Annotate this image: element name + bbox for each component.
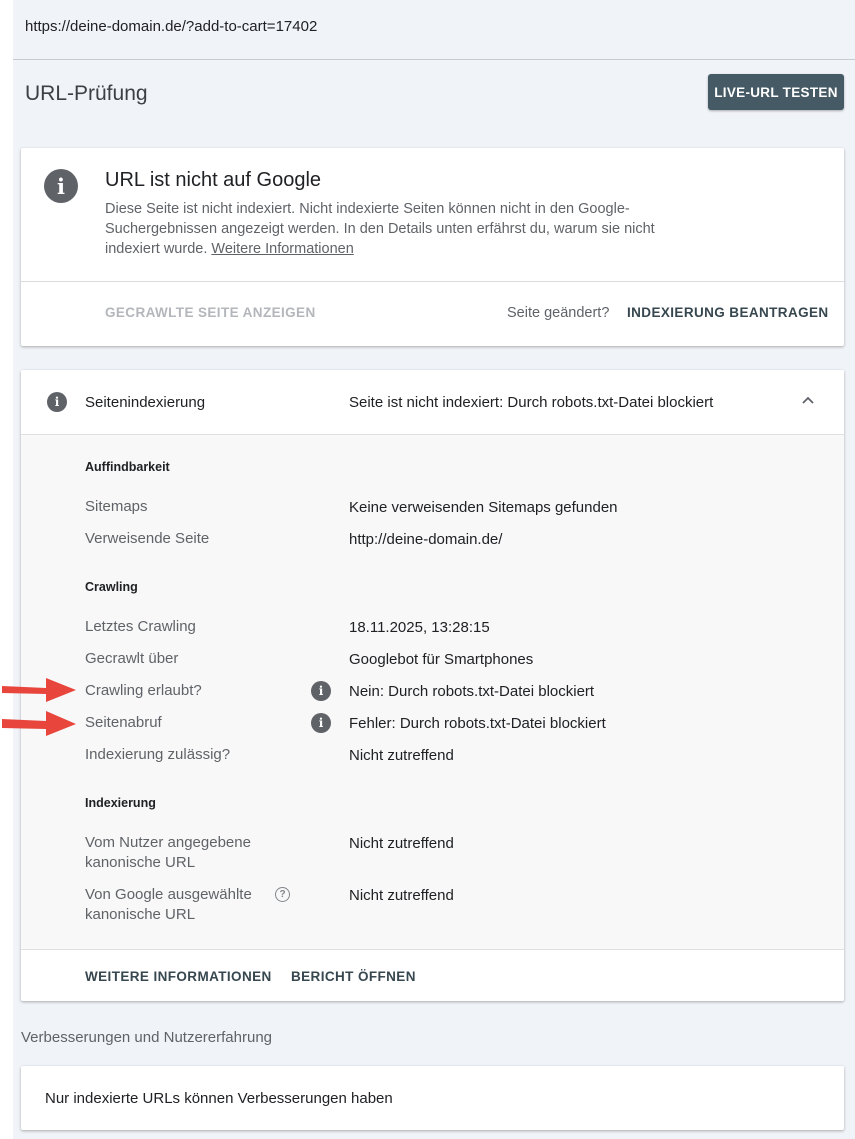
detail-label-line: kanonische URL [85, 854, 196, 871]
page-changed-text: Seite geändert? [507, 305, 610, 321]
detail-label: Seitenabruf [85, 714, 162, 731]
detail-label: Letztes Crawling [85, 618, 196, 635]
open-report-button[interactable]: BERICHT ÖFFNEN [291, 969, 416, 984]
detail-label: Crawling erlaubt? [85, 682, 202, 699]
arrow-right-icon [2, 678, 76, 702]
page-indexing-card: i Seitenindexierung Seite ist nicht inde… [21, 370, 844, 1001]
more-info-link[interactable]: Weitere Informationen [211, 241, 353, 257]
arrow-right-icon [2, 711, 76, 736]
info-icon[interactable]: i [311, 713, 331, 733]
status-description: Diese Seite ist nicht indexiert. Nicht i… [105, 199, 695, 259]
detail-label-line: Vom Nutzer angegebene [85, 834, 251, 851]
detail-value: Nicht zutreffend [349, 747, 454, 764]
detail-value: 18.11.2025, 13:28:15 [349, 619, 490, 636]
detail-value: Keine verweisenden Sitemaps gefunden [349, 499, 618, 516]
detail-label: Gecrawlt über [85, 650, 179, 667]
section-heading-indexing: Indexierung [85, 796, 156, 810]
enhancements-title: Verbesserungen und Nutzererfahrung [21, 1029, 273, 1046]
page-indexing-title: Seitenindexierung [85, 394, 206, 411]
url-bar[interactable]: https://deine-domain.de/?add-to-cart=174… [13, 0, 855, 60]
detail-label-line: Von Google ausgewählte [85, 886, 252, 903]
info-icon[interactable]: i [311, 681, 331, 701]
detail-label: Verweisende Seite [85, 530, 210, 547]
request-indexing-button[interactable]: INDEXIERUNG BEANTRAGEN [627, 305, 829, 320]
detail-value: Nicht zutreffend [349, 835, 454, 852]
section-heading-crawling: Crawling [85, 580, 138, 594]
url-status-card: i URL ist nicht auf Google Diese Seite i… [21, 148, 844, 346]
detail-value[interactable]: http://deine-domain.de/ [349, 531, 502, 548]
section-heading-discovery: Auffindbarkeit [85, 460, 170, 474]
page-title: URL-Prüfung [25, 82, 148, 105]
page-indexing-footer: WEITERE INFORMATIONEN BERICHT ÖFFNEN [21, 949, 844, 1001]
page-indexing-header[interactable]: i Seitenindexierung Seite ist nicht inde… [21, 370, 844, 435]
chevron-up-icon[interactable] [800, 392, 816, 408]
more-info-button[interactable]: WEITERE INFORMATIONEN [85, 969, 272, 984]
enhancements-message: Nur indexierte URLs können Verbesserunge… [45, 1090, 393, 1107]
detail-value: Googlebot für Smartphones [349, 651, 534, 668]
detail-value: Fehler: Durch robots.txt-Datei blockiert [349, 715, 606, 732]
detail-label: Vom Nutzer angegebene kanonische URL [85, 833, 251, 873]
detail-label-line: kanonische URL [85, 906, 196, 923]
status-description-text: Diese Seite ist nicht indexiert. Nicht i… [105, 201, 655, 257]
detail-label: Von Google ausgewählte kanonische URL [85, 885, 252, 925]
detail-value: Nein: Durch robots.txt-Datei blockiert [349, 683, 595, 700]
view-crawled-page-button[interactable]: GECRAWLTE SEITE ANZEIGEN [105, 305, 316, 320]
detail-value: Nicht zutreffend [349, 887, 454, 904]
inspected-url: https://deine-domain.de/?add-to-cart=174… [25, 18, 318, 35]
divider [21, 281, 844, 282]
detail-label: Sitemaps [85, 498, 148, 515]
page-indexing-details: Auffindbarkeit Sitemaps Keine verweisend… [21, 435, 844, 949]
page-indexing-status: Seite ist nicht indexiert: Durch robots.… [349, 394, 714, 411]
left-edge [0, 0, 13, 1139]
detail-label: Indexierung zulässig? [85, 746, 231, 763]
help-icon[interactable]: ? [275, 887, 290, 902]
info-icon: i [47, 392, 67, 412]
live-url-test-button[interactable]: LIVE-URL TESTEN [708, 74, 844, 110]
status-title: URL ist nicht auf Google [105, 169, 322, 191]
info-icon: i [44, 169, 78, 203]
enhancements-card: Nur indexierte URLs können Verbesserunge… [21, 1066, 844, 1130]
